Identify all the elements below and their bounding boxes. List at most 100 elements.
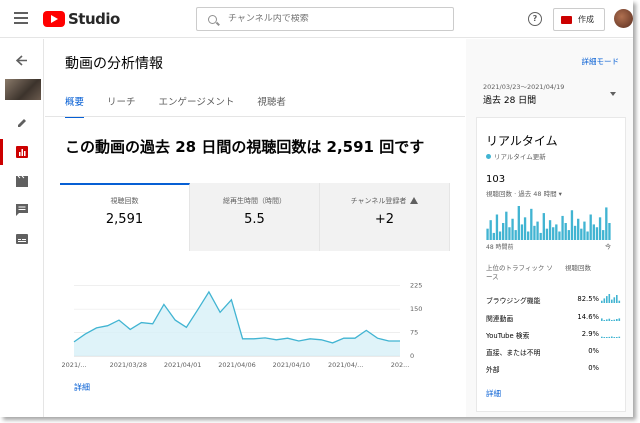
traffic-sparkline — [601, 346, 621, 355]
chevron-down-icon[interactable] — [610, 92, 616, 96]
stat-label: 総再生時間（時間） — [223, 197, 286, 205]
traffic-source-name: 関連動画 — [486, 315, 514, 323]
tab-audience[interactable]: 視聴者 — [257, 94, 286, 118]
analytics-icon[interactable] — [0, 139, 44, 165]
realtime-bar — [573, 225, 577, 240]
realtime-bar — [523, 217, 527, 240]
realtime-bar — [577, 218, 580, 240]
stat-label: チャンネル登録者 — [320, 196, 449, 206]
x-tick-label: 2021/04/06 — [218, 361, 255, 369]
traffic-source-pct: 82.5% — [577, 295, 599, 303]
realtime-bar — [517, 206, 520, 240]
spark-bar — [616, 319, 618, 321]
stat-value: 2,591 — [105, 212, 144, 227]
youtube-logo-icon — [43, 11, 65, 27]
camera-icon — [561, 15, 572, 24]
tab-reach[interactable]: リーチ — [107, 94, 136, 118]
top-bar: Studio ? 作成 — [0, 0, 633, 38]
avatar[interactable] — [614, 9, 633, 28]
tab-engagement[interactable]: エンゲージメント — [159, 94, 235, 118]
realtime-bar — [608, 223, 611, 240]
traffic-source-pct: 0% — [588, 364, 599, 372]
realtime-bar — [552, 227, 555, 240]
realtime-bar — [583, 221, 586, 240]
y-tick-label: 75 — [410, 329, 418, 337]
page-title: 動画の分析情報 — [65, 56, 163, 72]
stat-card-subscribers[interactable]: チャンネル登録者 +2 — [320, 183, 450, 251]
stat-card-views[interactable]: 視聴回数 2,591 — [60, 183, 190, 251]
tab-overview[interactable]: 概要 — [65, 94, 85, 118]
axis-right-label: 今 — [604, 244, 611, 251]
editor-icon[interactable] — [0, 168, 44, 194]
realtime-bar — [495, 214, 499, 240]
y-tick-label: 0 — [410, 352, 414, 360]
search-bar[interactable] — [196, 7, 454, 31]
spark-bar — [618, 300, 621, 303]
spark-bar — [606, 319, 608, 321]
stat-value: 5.5 — [244, 212, 265, 227]
live-dot-icon — [486, 154, 491, 159]
traffic-row[interactable]: 外部 0% — [486, 364, 621, 378]
spark-bar — [611, 336, 613, 338]
comments-icon[interactable] — [0, 197, 44, 223]
video-thumbnail[interactable] — [5, 79, 41, 100]
spark-bar — [611, 320, 613, 321]
spark-bar — [608, 336, 611, 338]
create-button[interactable]: 作成 — [553, 8, 605, 31]
traffic-row[interactable]: 直接、または不明 0% — [486, 347, 621, 361]
spark-bar — [611, 299, 613, 303]
traffic-sparkline — [601, 336, 621, 338]
traffic-source-name: 外部 — [486, 366, 500, 374]
traffic-header: 上位のトラフィック ソース — [486, 264, 553, 281]
realtime-bar — [536, 221, 539, 240]
warning-icon — [410, 197, 419, 204]
spark-bar — [618, 336, 621, 338]
realtime-bar — [530, 208, 533, 240]
traffic-source-pct: 0% — [588, 347, 599, 355]
detail-mode-link[interactable]: 詳細モード — [582, 56, 620, 67]
realtime-card: リアルタイム リアルタイム更新 103 視聴回数 · 過去 48 時間 ▾ 48… — [476, 117, 626, 412]
spark-bar — [613, 297, 616, 303]
traffic-source-name: ブラウジング機能 — [486, 297, 541, 305]
realtime-bar — [545, 228, 549, 240]
spark-bar — [603, 298, 606, 303]
help-icon[interactable]: ? — [528, 12, 542, 26]
studio-logo[interactable]: Studio — [43, 10, 120, 28]
back-arrow-icon[interactable] — [0, 47, 44, 73]
stat-cards: 視聴回数 2,591 総再生時間（時間） 5.5 チャンネル登録者 +2 — [60, 183, 450, 251]
realtime-bar — [605, 207, 608, 240]
traffic-row[interactable]: ブラウジング機能 82.5% — [486, 294, 621, 309]
realtime-bar — [511, 218, 514, 240]
stat-label-text: チャンネル登録者 — [350, 197, 407, 205]
y-tick-label: 150 — [410, 305, 422, 313]
create-label: 作成 — [578, 15, 594, 24]
realtime-bar — [505, 211, 508, 240]
axis-left-label: 48 時間前 — [486, 244, 514, 251]
traffic-row[interactable]: 関連動画 14.6% — [486, 313, 621, 327]
realtime-bar — [580, 228, 583, 240]
spark-bar — [613, 319, 616, 321]
x-tick-label: 2021/04/01 — [164, 361, 201, 369]
spark-bar — [613, 337, 616, 338]
realtime-bar — [486, 228, 489, 240]
spark-bar — [616, 337, 618, 338]
menu-icon[interactable] — [14, 12, 28, 24]
realtime-subtitle-text: リアルタイム更新 — [494, 153, 546, 161]
edit-icon[interactable] — [0, 110, 44, 136]
analytics-tabs: 概要 リーチ エンゲージメント 視聴者 — [65, 94, 309, 118]
realtime-count-label[interactable]: 視聴回数 · 過去 48 時間 ▾ — [486, 188, 562, 198]
traffic-row[interactable]: YouTube 検索 2.9% — [486, 330, 621, 344]
date-range[interactable]: 2021/03/23〜2021/04/19 — [483, 81, 564, 91]
traffic-source-name: YouTube 検索 — [486, 332, 530, 340]
realtime-bar — [533, 225, 536, 240]
realtime-detail-link[interactable]: 詳細 — [486, 388, 501, 399]
studio-window: Studio ? 作成 — [0, 0, 633, 417]
chart-detail-link[interactable]: 詳細 — [74, 382, 90, 393]
spark-bar — [603, 320, 606, 321]
realtime-bar — [548, 220, 552, 240]
period-selector[interactable]: 過去 28 日間 — [483, 93, 536, 106]
x-tick-label: 202... — [391, 361, 410, 369]
subtitles-icon[interactable] — [0, 226, 44, 252]
search-input[interactable] — [228, 14, 428, 24]
stat-card-watch-time[interactable]: 総再生時間（時間） 5.5 — [190, 183, 320, 251]
